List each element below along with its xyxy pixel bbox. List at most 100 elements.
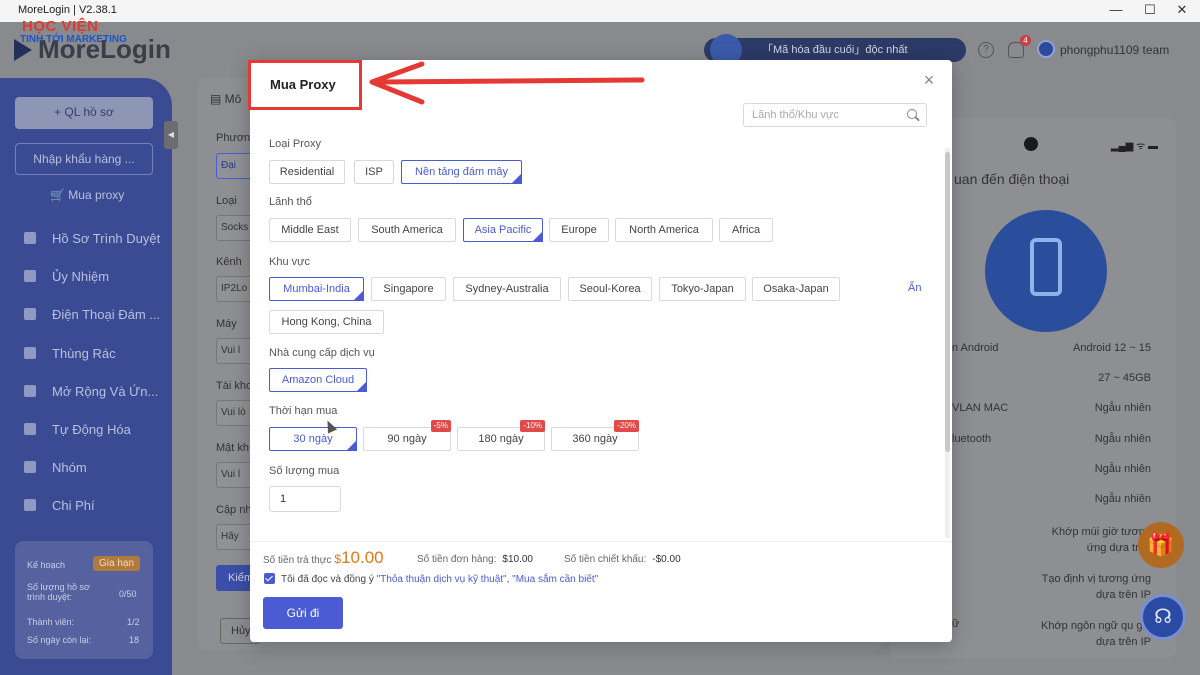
quantity-input[interactable] <box>269 486 341 512</box>
territory-option-selected[interactable]: Asia Pacific <box>463 218 543 242</box>
sidebar-item-groups[interactable]: Nhóm <box>24 460 164 480</box>
maximize-icon[interactable]: ☐ <box>1140 2 1160 18</box>
territory-option[interactable]: North America <box>615 218 713 242</box>
sidebar-item-trash[interactable]: Thùng Rác <box>24 346 164 366</box>
spec-label: VLAN MAC <box>952 402 1009 414</box>
actual-amount-label: Số tiền trả thực <box>263 555 332 566</box>
form-field[interactable]: Vui lò <box>216 400 252 426</box>
scrollbar-thumb[interactable] <box>945 152 950 452</box>
service-agreement-link[interactable]: "Thỏa thuận dịch vụ kỹ thuật" <box>377 574 507 585</box>
dialog-title: Mua Proxy <box>270 77 336 92</box>
region-option[interactable]: Osaka-Japan <box>752 277 840 301</box>
close-icon[interactable]: × <box>920 71 938 89</box>
sidebar-item-label: Ủy Nhiệm <box>52 269 110 284</box>
duration-option[interactable]: 360 ngày -20% <box>551 420 639 451</box>
hide-regions-toggle[interactable]: Ẩn <box>908 282 921 294</box>
sidebar-item-label: Điện Thoại Đám ... <box>52 307 161 322</box>
duration-option-label: 90 ngày <box>387 433 427 445</box>
close-window-icon[interactable]: ✕ <box>1172 2 1192 18</box>
headset-support-icon[interactable]: ☊ <box>1140 594 1186 640</box>
order-amount-value: $10.00 <box>502 554 533 565</box>
buy-proxy-link[interactable]: 🛒 Mua proxy <box>50 188 124 202</box>
region-option[interactable]: Tokyo-Japan <box>659 277 746 301</box>
days-left-label: Số ngày còn lại: <box>27 635 92 645</box>
proxy-type-option[interactable]: Residential <box>269 160 345 184</box>
region-option[interactable]: Singapore <box>371 277 446 301</box>
territory-label: Lãnh thổ <box>269 196 312 208</box>
form-field[interactable]: IP2Lo <box>216 276 252 302</box>
promo-banner[interactable]: 「Mã hóa đầu cuối」độc nhất <box>704 34 966 66</box>
collapse-sidebar-icon[interactable]: ◀ <box>164 121 178 149</box>
spec-value: Android 12 ~ 15 <box>1073 342 1151 354</box>
sidebar-item-label: Nhóm <box>52 460 87 475</box>
region-option[interactable]: Seoul-Korea <box>568 277 652 301</box>
region-search-input[interactable] <box>744 104 894 126</box>
proxy-type-option[interactable]: ISP <box>354 160 394 184</box>
discount-amount: Số tiền chiết khấu: -$0.00 <box>564 554 681 565</box>
form-label: Cập nh <box>216 504 252 516</box>
form-tab: ▤ Mô <box>210 92 242 106</box>
search-icon[interactable] <box>907 109 917 119</box>
sidebar-item-browser-profiles[interactable]: Hồ Sơ Trình Duyệt <box>24 231 164 251</box>
form-field[interactable]: Đại <box>216 153 252 179</box>
duration-option[interactable]: 90 ngày -5% <box>363 420 451 451</box>
territory-option[interactable]: Middle East <box>269 218 351 242</box>
form-label: Tài kho <box>216 380 253 392</box>
discount-badge: -10% <box>520 420 545 432</box>
form-field[interactable]: Hãy <box>216 524 252 550</box>
new-profile-button[interactable]: + QL hồ sơ <box>15 97 153 129</box>
spec-value: Tạo định vị tương ứng dựa trên IP <box>1041 573 1151 601</box>
duration-option-selected[interactable]: 30 ngày <box>269 427 357 451</box>
avatar[interactable] <box>1037 40 1055 58</box>
renew-button[interactable]: Gia hạn <box>93 556 141 571</box>
sidebar-item-label: Hồ Sơ Trình Duyệt <box>52 231 161 246</box>
members-label: Thành viên: <box>27 617 75 627</box>
gift-icon[interactable]: 🎁 <box>1138 522 1184 568</box>
region-option[interactable]: Sydney-Australia <box>453 277 561 301</box>
sidebar-item-automation[interactable]: Tự Động Hóa <box>24 422 164 442</box>
puzzle-icon <box>24 385 36 397</box>
spec-label: n Android <box>952 342 999 354</box>
territory-option[interactable]: South America <box>358 218 456 242</box>
spec-value: 27 ~ 45GB <box>1098 372 1151 384</box>
submit-button[interactable]: Gửi đi <box>263 597 343 629</box>
form-field[interactable]: Vui l <box>216 338 252 364</box>
provider-option-selected[interactable]: Amazon Cloud <box>269 368 367 392</box>
buy-proxy-dialog: Mua Proxy × Loại Proxy Residential ISP N… <box>248 60 952 642</box>
form-tab-label: Mô <box>224 92 242 106</box>
region-option[interactable]: Hong Kong, China <box>269 310 384 334</box>
spec-value: Ngẫu nhiên <box>1094 433 1151 445</box>
proxy-type-option-selected[interactable]: Nền tảng đám mây <box>401 160 522 184</box>
purchase-notes-link[interactable]: "Mua sắm cần biết" <box>512 574 598 585</box>
agree-checkbox[interactable] <box>264 573 275 584</box>
region-search <box>743 103 927 127</box>
dialog-footer: Số tiền trả thực $10.00 Số tiền đơn hàng:… <box>250 542 952 642</box>
trash-icon <box>24 347 36 359</box>
sidebar-item-billing[interactable]: Chi Phí <box>24 498 164 518</box>
username[interactable]: phongphu1109 team <box>1060 43 1169 57</box>
proxy-icon <box>24 270 36 282</box>
duration-option[interactable]: 180 ngày -10% <box>457 420 545 451</box>
days-left-value: 18 <box>129 635 140 645</box>
territory-option[interactable]: Europe <box>549 218 609 242</box>
help-icon[interactable]: ? <box>978 42 994 58</box>
region-option-selected[interactable]: Mumbai-India <box>269 277 364 301</box>
dialog-scrollbar[interactable] <box>945 148 950 538</box>
spec-value: Ngẫu nhiên <box>1094 493 1151 505</box>
actual-amount: Số tiền trả thực $10.00 <box>263 548 384 568</box>
spec-value: Khớp múi giờ tương ứng dựa trên <box>1051 526 1151 554</box>
sidebar-item-cloud-phone[interactable]: Điện Thoại Đám ... <box>24 307 164 327</box>
agreement-row: Tôi đã đọc và đồng ý "Thỏa thuận dịch vụ… <box>264 573 598 585</box>
spec-label: luetooth <box>952 433 992 445</box>
sidebar-item-proxy[interactable]: Ủy Nhiệm <box>24 269 164 289</box>
signal-wifi-battery-icon: ▂▄▆ ᯤ ▬ <box>1110 141 1158 152</box>
sidebar-item-extensions[interactable]: Mở Rộng Và Ứn... <box>24 384 164 404</box>
discount-amount-value: -$0.00 <box>652 554 681 565</box>
territory-option[interactable]: Africa <box>719 218 773 242</box>
minimize-icon[interactable]: — <box>1106 2 1126 17</box>
import-button[interactable]: Nhập khẩu hàng ... <box>15 143 153 175</box>
order-amount: Số tiền đơn hàng: $10.00 <box>417 554 533 565</box>
watermark-line1: HỌC VIỆN <box>22 18 99 35</box>
form-field[interactable]: Vui l <box>216 462 252 488</box>
form-field[interactable]: Socks <box>216 215 252 241</box>
